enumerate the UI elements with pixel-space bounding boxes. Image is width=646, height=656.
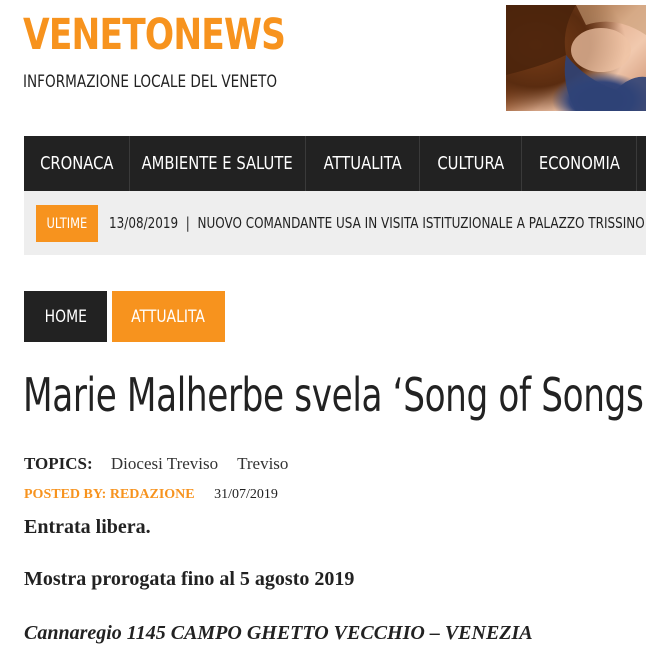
article-paragraph: Cannaregio 1145 CAMPO GHETTO VECCHIO – V… <box>24 622 533 644</box>
nav-item-economia[interactable]: ECONOMIA <box>522 136 637 191</box>
nav-item-attualita[interactable]: ATTUALITA <box>306 136 420 191</box>
header-photo <box>506 5 646 111</box>
topics-row: TOPICS: Diocesi Treviso Treviso <box>24 454 303 474</box>
ticker-badge: ULTIME <box>36 205 98 242</box>
news-ticker: ULTIME 13/08/2019 | NUOVO COMANDANTE USA… <box>24 191 646 255</box>
article-meta: POSTED BY: REDAZIONE 31/07/2019 <box>24 487 278 503</box>
breadcrumb-home[interactable]: HOME <box>24 291 107 342</box>
site-tagline: INFORMAZIONE LOCALE DEL VENETO <box>23 72 278 92</box>
site-logo[interactable]: VENETONEWS <box>23 10 286 60</box>
article-title: Marie Malherbe svela ‘Song of Songs’ <box>23 368 646 422</box>
nav-item-ambiente-e-salute[interactable]: AMBIENTE E SALUTE <box>130 136 306 191</box>
publish-date: 31/07/2019 <box>214 487 278 502</box>
main-nav: CRONACA AMBIENTE E SALUTE ATTUALITA CULT… <box>24 136 646 191</box>
article-paragraph: Entrata libera. <box>24 516 151 538</box>
ticker-headline[interactable]: 13/08/2019 | NUOVO COMANDANTE USA IN VIS… <box>109 214 645 232</box>
article-paragraph: Mostra prorogata fino al 5 agosto 2019 <box>24 568 355 590</box>
author-byline[interactable]: POSTED BY: REDAZIONE <box>24 487 195 502</box>
topic-link-treviso[interactable]: Treviso <box>237 454 288 473</box>
breadcrumb-category[interactable]: ATTUALITA <box>112 291 225 342</box>
nav-item-cultura[interactable]: CULTURA <box>420 136 522 191</box>
topic-link-diocesi-treviso[interactable]: Diocesi Treviso <box>111 454 218 473</box>
topics-label: TOPICS: <box>24 454 93 473</box>
nav-item-cronaca[interactable]: CRONACA <box>24 136 130 191</box>
